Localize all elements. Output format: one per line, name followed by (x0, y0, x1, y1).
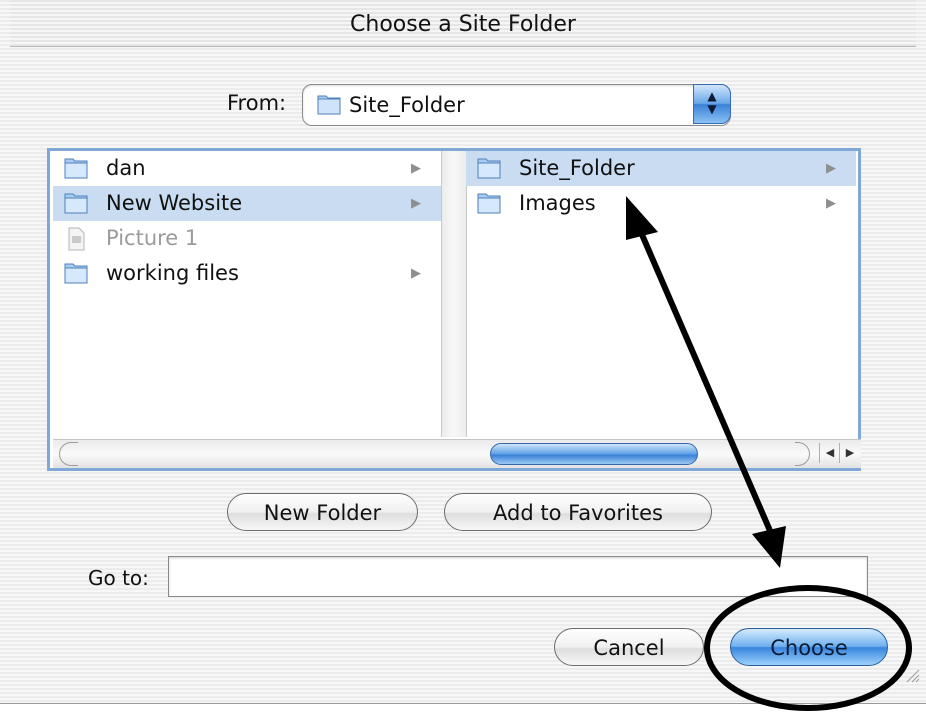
list-item-label: Picture 1 (106, 226, 199, 250)
resize-grip-icon[interactable] (904, 667, 920, 683)
list-item[interactable]: New Website ▶ (53, 186, 441, 221)
scroll-thumb[interactable] (490, 443, 698, 465)
list-item[interactable]: Picture 1 (53, 221, 441, 256)
folder-icon (476, 191, 502, 226)
add-to-favorites-button[interactable]: Add to Favorites (444, 493, 712, 531)
scroll-right-arrow-icon[interactable]: ▶ (839, 443, 860, 463)
list-item[interactable]: Images ▶ (466, 186, 856, 221)
disclosure-arrow-icon: ▶ (411, 161, 421, 176)
disclosure-arrow-icon: ▶ (826, 161, 836, 176)
goto-label: Go to: (88, 566, 149, 590)
column-divider[interactable] (441, 151, 467, 437)
list-item-label: dan (106, 156, 146, 180)
from-label: From: (227, 91, 287, 115)
browser-column-2[interactable]: Site_Folder ▶ Images ▶ (466, 151, 856, 437)
new-folder-button[interactable]: New Folder (227, 493, 418, 531)
choose-button[interactable]: Choose (730, 628, 888, 666)
list-item[interactable]: working files ▶ (53, 256, 441, 291)
goto-input[interactable] (168, 556, 868, 597)
list-item-label: Images (519, 191, 596, 215)
list-item[interactable]: Site_Folder ▶ (466, 151, 856, 186)
list-item-label: Site_Folder (519, 156, 635, 180)
list-item-label: working files (106, 261, 239, 285)
scroll-track-start (59, 442, 78, 466)
popup-stepper-icon[interactable]: ▲ ▼ (693, 84, 731, 124)
disclosure-arrow-icon: ▶ (411, 266, 421, 281)
horizontal-scrollbar[interactable]: ◀ ▶ (53, 439, 861, 468)
list-item-label: New Website (106, 191, 243, 215)
column-browser[interactable]: dan ▶ New Website ▶ Picture 1 working fi… (47, 148, 861, 471)
browser-column-1[interactable]: dan ▶ New Website ▶ Picture 1 working fi… (53, 151, 441, 437)
scroll-track-end (795, 442, 810, 466)
cancel-button[interactable]: Cancel (554, 628, 704, 666)
dialog-title: Choose a Site Folder (10, 0, 916, 47)
folder-icon (63, 261, 89, 296)
list-item[interactable]: dan ▶ (53, 151, 441, 186)
from-popup-value: Site_Folder (349, 93, 465, 117)
disclosure-arrow-icon: ▶ (411, 196, 421, 211)
scroll-left-arrow-icon[interactable]: ◀ (819, 443, 840, 463)
from-popup[interactable]: Site_Folder ▲ ▼ (302, 84, 731, 126)
folder-icon (317, 93, 341, 119)
choose-site-folder-dialog: Choose a Site Folder From: Site_Folder ▲… (0, 0, 926, 704)
disclosure-arrow-icon: ▶ (826, 196, 836, 211)
